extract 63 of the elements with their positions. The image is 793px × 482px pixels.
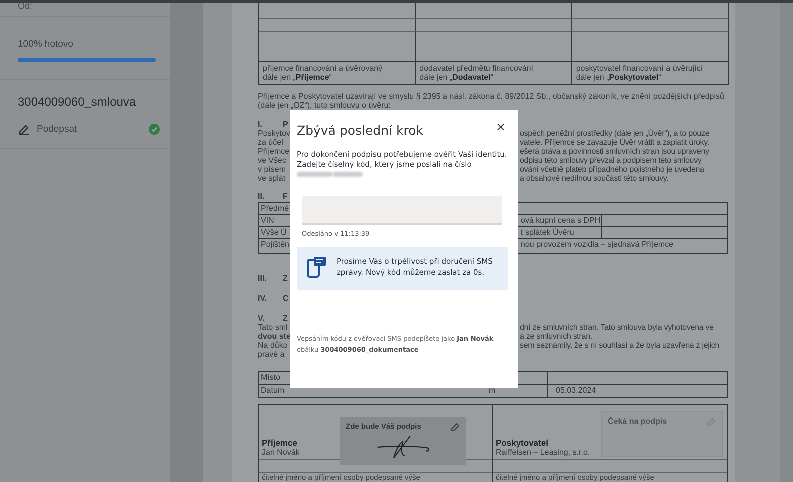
table-cell: 05.03.2024 bbox=[547, 385, 727, 397]
text-fragment: za účel bbox=[258, 138, 284, 147]
table-cell: t splátek Úvěru bbox=[521, 227, 602, 238]
text-fragment: Tato sml bbox=[258, 323, 288, 332]
section-number: V. bbox=[258, 314, 266, 323]
text-fragment: v písem bbox=[258, 165, 288, 174]
section-title: Z bbox=[283, 274, 288, 283]
text-fragment: ospěch peněžní prostředky (dále jen „Úvěr“), a to pouze bbox=[520, 129, 711, 138]
party-role: poskytovatel financování a úvěrující bbox=[576, 64, 704, 73]
text-fragment: odpisu této smlouvy převzal a podpisem této smlouvy bbox=[520, 156, 703, 165]
section-number: III. bbox=[258, 274, 268, 283]
party-role: Poskytovatel bbox=[496, 439, 550, 448]
text-fragment: dvou ste bbox=[258, 332, 288, 341]
table-cell-text: Pojištěn bbox=[260, 239, 289, 251]
text-fragment: ve Všec bbox=[258, 156, 288, 165]
pen-icon bbox=[706, 417, 716, 427]
signature-field[interactable]: Čeká na podpis bbox=[601, 411, 723, 457]
table-cell-text: Předmě bbox=[260, 203, 289, 214]
text-fragment: Na důko bbox=[258, 341, 288, 350]
party-role: dodavatel předmětu financování bbox=[420, 64, 535, 73]
section-title: Z bbox=[283, 314, 288, 323]
text-fragment: Poskytov bbox=[258, 129, 288, 138]
text-fragment: pravé a bbox=[258, 350, 286, 359]
table-cell: ová kupní cena s DPH bbox=[521, 215, 602, 226]
table-cell-text: Výše Ú bbox=[260, 227, 288, 238]
section-number: I. bbox=[258, 120, 264, 129]
text-fragment: a obsahově nedílnou součástí této smlouvy. bbox=[520, 174, 670, 183]
dialog-title: Zbývá poslední krok bbox=[297, 123, 424, 138]
table-cell-text: m bbox=[489, 385, 497, 397]
party-alias: dále jen „Příjemce“ bbox=[263, 73, 333, 82]
party-role: příjemce financování a úvěrovaný bbox=[263, 64, 384, 73]
section-number: IV. bbox=[258, 294, 268, 303]
party-name: Raiffeisen – Leasing, s.r.o. bbox=[496, 448, 590, 457]
party-alias: dále jen „Dodavatel“ bbox=[420, 73, 494, 82]
section-title: C bbox=[283, 294, 289, 303]
pen-icon bbox=[18, 123, 30, 135]
table-cell-text: Datum bbox=[260, 385, 286, 397]
text-fragment: sem seznámily, že s ní souhlasí a že byla uzavřena z jejich bbox=[520, 341, 721, 350]
section-title: F bbox=[283, 192, 288, 201]
table-cell-text: nou provozem vozidla – sjednává Příjemce bbox=[521, 239, 675, 251]
text-fragment: ve splát bbox=[258, 174, 287, 183]
pen-icon bbox=[450, 422, 460, 432]
text-fragment: Příjemce bbox=[258, 147, 288, 156]
document-name: 3004009060_smlouva bbox=[17, 94, 138, 109]
table-cell-text: VIN bbox=[260, 215, 276, 226]
text-fragment: á ze smluvních stran. bbox=[520, 332, 594, 341]
party-name: Jan Novák bbox=[262, 448, 300, 457]
text-fragment: ešerá práva a povinnosti smluvních stran jsou upraveny bbox=[520, 147, 710, 156]
section-number: II. bbox=[258, 192, 266, 201]
section-title: P bbox=[283, 120, 288, 129]
table-cell-text: Místo bbox=[260, 372, 282, 384]
progress-label: 100% hotovo bbox=[18, 39, 74, 50]
signature-field-label: Čeká na podpis bbox=[608, 417, 668, 427]
phone-message-icon bbox=[307, 256, 327, 278]
party-alias: dále jen „Poskytovatel“ bbox=[576, 73, 662, 82]
party-role: Příjemce bbox=[262, 439, 298, 448]
close-button[interactable]: × bbox=[494, 120, 508, 134]
text-fragment: dní ze smluvních stran. Tato smlouva byla vyhotovena ve bbox=[520, 323, 715, 332]
code-input-field[interactable] bbox=[302, 196, 502, 225]
contract-intro: Příjemce a Poskytovatel uzavírají ve smyslu § 2395 a násl. zákona č. 89/2012 Sb., občanský zákoník, ve znění pozdějších předpisů (dále jen „OZ“), tuto smlouvu o úvěru: bbox=[258, 92, 726, 110]
step-label[interactable]: Podepsat bbox=[37, 124, 149, 134]
text-fragment: ování včetně plateb případného pojistného je uvedena bbox=[520, 165, 706, 174]
text-fragment: vatele. Příjemce se zavazuje Úvěr vrátit a zaplatit úroky. bbox=[520, 138, 710, 147]
